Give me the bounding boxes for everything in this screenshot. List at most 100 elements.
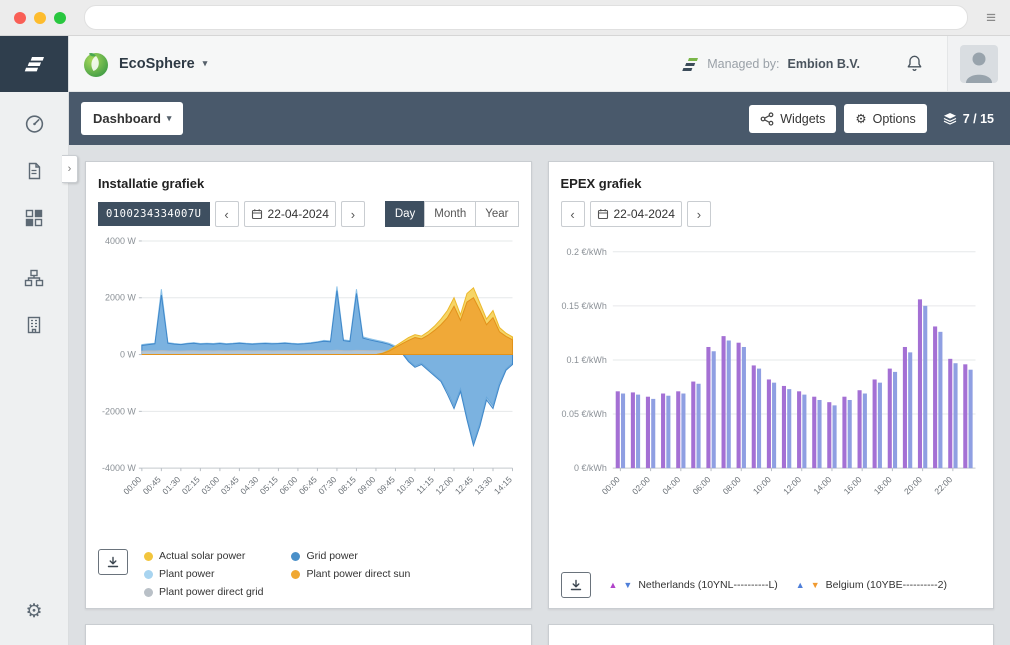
- range-toggle: Day Month Year: [386, 201, 519, 227]
- zoom-window-button[interactable]: [54, 12, 66, 24]
- triangle-up-icon: ▲: [796, 580, 805, 590]
- svg-text:14:15: 14:15: [492, 474, 514, 496]
- ecosphere-logo-icon: [81, 49, 111, 79]
- svg-text:03:45: 03:45: [219, 474, 241, 496]
- range-month-button[interactable]: Month: [424, 201, 476, 227]
- svg-text:11:15: 11:15: [414, 474, 436, 496]
- managed-by-value: Embion B.V.: [788, 57, 860, 71]
- sidebar-item-settings[interactable]: ⚙: [0, 588, 68, 635]
- installatie-widget: Installatie grafiek 0100234334007U ‹ 22-…: [85, 161, 532, 609]
- app-header: EcoSphere ▾ Managed by: Embion B.V.: [69, 36, 1010, 92]
- svg-text:0.1 €/kWh: 0.1 €/kWh: [566, 355, 606, 365]
- triangle-down-icon: ▼: [811, 580, 820, 590]
- installatie-chart: 4000 W2000 W0 W-2000 W-4000 W00:0000:450…: [98, 231, 519, 530]
- legend-item: Grid power: [291, 550, 410, 562]
- app-name: EcoSphere: [119, 56, 195, 72]
- legend-dot: [291, 552, 300, 561]
- sidebar-expand-button[interactable]: ›: [62, 155, 78, 183]
- dashboard-toolbar: Dashboard ▾ Widgets ⚙ Options: [69, 92, 1010, 145]
- dashboard-selector[interactable]: Dashboard ▾: [81, 102, 183, 135]
- triangle-down-icon: ▼: [623, 580, 632, 590]
- svg-text:06:00: 06:00: [277, 474, 299, 496]
- user-menu[interactable]: [947, 36, 1010, 91]
- date-picker-button[interactable]: 22-04-2024: [244, 201, 336, 227]
- svg-text:02:00: 02:00: [629, 474, 651, 496]
- next-date-button[interactable]: ›: [341, 201, 365, 227]
- download-icon: [106, 555, 120, 569]
- options-label: Options: [873, 112, 916, 126]
- gear-icon: ⚙: [855, 111, 866, 126]
- date-value: 22-04-2024: [614, 207, 675, 221]
- svg-text:12:00: 12:00: [781, 474, 803, 496]
- svg-text:06:00: 06:00: [690, 474, 712, 496]
- svg-text:12:00: 12:00: [433, 474, 455, 496]
- epex-footer: ▲▼ Netherlands (10YNL----------L) ▲▼ Bel…: [561, 572, 982, 600]
- svg-text:02:15: 02:15: [180, 474, 202, 496]
- svg-text:07:30: 07:30: [316, 474, 338, 496]
- dashboard-content: Installatie grafiek 0100234334007U ‹ 22-…: [69, 145, 1010, 645]
- chevron-right-icon: ›: [68, 163, 72, 175]
- widgets-button[interactable]: Widgets: [749, 105, 836, 133]
- share-nodes-icon: [760, 112, 774, 126]
- legend-item: Plant power direct grid: [144, 586, 263, 598]
- bell-icon: [904, 53, 925, 74]
- browser-chrome: ≡: [0, 0, 1010, 36]
- installatie-legend: Actual solar power Grid power Plant powe…: [144, 550, 410, 598]
- svg-text:05:15: 05:15: [258, 474, 280, 496]
- toolbar-right: Widgets ⚙ Options 7 / 15: [749, 104, 994, 133]
- sidebar-item-network[interactable]: [0, 254, 68, 301]
- svg-text:04:00: 04:00: [660, 474, 682, 496]
- next-date-button[interactable]: ›: [687, 201, 711, 227]
- notifications-button[interactable]: [904, 53, 925, 74]
- svg-text:18:00: 18:00: [871, 474, 893, 496]
- widget-row-partial: [85, 624, 994, 645]
- browser-window: ≡: [0, 0, 1010, 645]
- grid-icon: [24, 208, 44, 228]
- download-button[interactable]: [98, 549, 128, 575]
- header-right: Managed by: Embion B.V.: [681, 36, 1010, 91]
- date-picker-button[interactable]: 22-04-2024: [590, 201, 682, 227]
- legend-label: Plant power: [159, 568, 214, 580]
- epex-controls: ‹ 22-04-2024 ›: [561, 201, 982, 227]
- svg-text:16:00: 16:00: [841, 474, 863, 496]
- device-id-badge[interactable]: 0100234334007U: [98, 202, 210, 226]
- epex-widget: EPEX grafiek ‹ 22-04-2024 › 0.2 €/k: [548, 161, 995, 609]
- sidebar-item-widgets[interactable]: [0, 194, 68, 241]
- range-day-button[interactable]: Day: [385, 201, 425, 227]
- embion-logo[interactable]: [0, 36, 68, 92]
- svg-text:-2000 W: -2000 W: [102, 406, 136, 416]
- minimize-window-button[interactable]: [34, 12, 46, 24]
- download-icon: [569, 578, 583, 592]
- sidebar-item-reports[interactable]: [0, 147, 68, 194]
- legend-label: Plant power direct grid: [159, 586, 263, 598]
- legend-dot: [144, 588, 153, 597]
- svg-text:0 €/kWh: 0 €/kWh: [573, 463, 606, 473]
- close-window-button[interactable]: [14, 12, 26, 24]
- options-button[interactable]: ⚙ Options: [844, 104, 926, 133]
- legend-dot: [144, 570, 153, 579]
- legend-label: Plant power direct sun: [306, 568, 410, 580]
- download-button[interactable]: [561, 572, 591, 598]
- address-bar[interactable]: [84, 5, 968, 30]
- svg-text:14:00: 14:00: [811, 474, 833, 496]
- browser-menu-icon[interactable]: ≡: [986, 8, 996, 28]
- svg-text:08:15: 08:15: [336, 474, 358, 496]
- previous-date-button[interactable]: ‹: [215, 201, 239, 227]
- sidebar-item-dashboard[interactable]: [0, 100, 68, 147]
- gauge-icon: [24, 113, 45, 134]
- avatar[interactable]: [960, 45, 998, 83]
- epex-chart: 0.2 €/kWh0.15 €/kWh0.1 €/kWh0.05 €/kWh0 …: [561, 231, 982, 530]
- range-year-button[interactable]: Year: [475, 201, 518, 227]
- svg-text:2000 W: 2000 W: [105, 293, 136, 303]
- svg-text:00:45: 00:45: [141, 474, 163, 496]
- app-brand[interactable]: EcoSphere ▾: [81, 49, 207, 79]
- legend-item-netherlands: ▲▼ Netherlands (10YNL----------L): [609, 579, 778, 591]
- building-icon: [24, 315, 44, 335]
- calendar-icon: [251, 208, 263, 220]
- previous-date-button[interactable]: ‹: [561, 201, 585, 227]
- sidebar-item-installations[interactable]: [0, 301, 68, 348]
- embion-mini-logo-icon: [681, 55, 699, 73]
- app-frame: ⚙ EcoSphere ▾: [0, 36, 1010, 645]
- svg-text:09:00: 09:00: [355, 474, 377, 496]
- svg-text:-4000 W: -4000 W: [102, 463, 136, 473]
